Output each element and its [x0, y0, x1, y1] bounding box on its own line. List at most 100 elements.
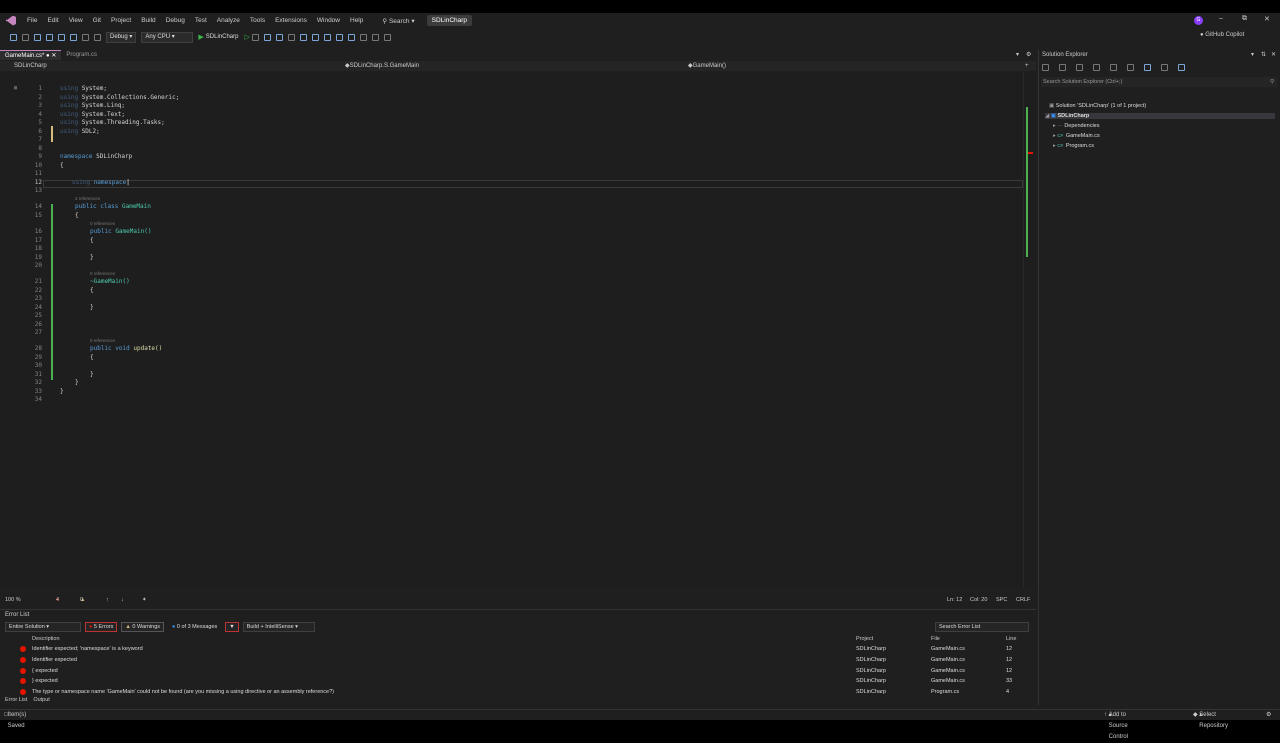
menu-file[interactable]: File — [22, 17, 42, 24]
layout-icon[interactable] — [275, 33, 283, 41]
switch-views-icon[interactable] — [1059, 64, 1066, 71]
menu-analyze[interactable]: Analyze — [212, 17, 245, 24]
open-icon[interactable] — [46, 33, 53, 41]
panel-close-icon[interactable]: ✕ — [1271, 51, 1276, 58]
show-all-files-icon[interactable] — [1144, 64, 1151, 71]
add-to-source-control-button[interactable]: ↑ Add to Source Control ▴ — [1104, 710, 1128, 740]
tab-overflow-icon[interactable]: ▾ — [1016, 51, 1019, 58]
menu-window[interactable]: Window — [312, 17, 345, 24]
messages-filter-button[interactable]: ● 0 of 3 Messages — [168, 622, 221, 632]
tree-file-node[interactable]: ▸ C# GameMain.cs — [1053, 133, 1100, 139]
global-search-button[interactable]: ⚲ Search ▾ — [376, 16, 420, 26]
configuration-dropdown[interactable]: Debug ▾ — [106, 31, 137, 43]
bookmark-prev-icon[interactable] — [359, 33, 367, 41]
line-indicator[interactable]: Ln: 12 — [947, 595, 962, 605]
collapse-all-icon[interactable] — [1127, 64, 1134, 71]
github-copilot-button[interactable]: ● GitHub Copilot — [1200, 32, 1244, 38]
save-icon[interactable] — [58, 33, 65, 41]
menu-tools[interactable]: Tools — [245, 17, 270, 24]
bookmark-clear-icon[interactable] — [383, 33, 391, 41]
navigate-back-icon[interactable] — [10, 33, 17, 41]
menu-help[interactable]: Help — [345, 17, 368, 24]
tab-output[interactable]: Output — [33, 697, 50, 703]
platform-dropdown[interactable]: Any CPU ▾ — [141, 31, 194, 43]
find-icon[interactable] — [287, 33, 295, 41]
code-editor[interactable]: ▩ 1 2 3 4 5 6 7 8 9 10 11 12 13 14 15 16… — [0, 72, 1036, 587]
browse-icon[interactable] — [263, 33, 271, 41]
select-repository-button[interactable]: ◆ Select Repository ▴ — [1193, 710, 1228, 729]
tab-gamemain-cs[interactable]: GameMain.cs* ● ✕ — [0, 50, 62, 60]
undo-icon[interactable] — [82, 33, 89, 41]
quick-action-icon[interactable]: ▩ — [14, 85, 17, 91]
codelens-references[interactable]: 2 references — [75, 196, 100, 201]
nav-up-icon[interactable]: ↑ — [106, 595, 109, 605]
tree-project-node[interactable]: ◢ ▣ SDLinCharp — [1045, 113, 1275, 119]
menu-build[interactable]: Build — [136, 17, 160, 24]
col-line[interactable]: Line — [1006, 636, 1016, 642]
filter-funnel-icon[interactable]: ▼ — [225, 622, 239, 632]
refresh-icon[interactable] — [1110, 64, 1117, 71]
home-icon[interactable] — [1042, 64, 1049, 71]
solution-explorer-search[interactable]: Search Solution Explorer (Ctrl+;) ⚲ — [1041, 77, 1277, 87]
notifications-icon[interactable]: ⚙ — [1266, 710, 1271, 721]
pin-icon[interactable]: ⇅ — [1261, 51, 1266, 58]
menu-edit[interactable]: Edit — [42, 17, 63, 24]
menu-test[interactable]: Test — [190, 17, 212, 24]
editor-settings-icon[interactable]: ⚙ — [1026, 51, 1031, 58]
error-list-search[interactable]: Search Error List — [935, 622, 1029, 632]
sync-icon[interactable] — [1093, 64, 1100, 71]
minimize-icon[interactable]: – — [1219, 15, 1223, 22]
col-file[interactable]: File — [931, 636, 940, 642]
line-ending-indicator[interactable]: CRLF — [1016, 595, 1030, 605]
codelens-references[interactable]: 0 references — [90, 271, 115, 276]
codelens-references[interactable]: 0 references — [90, 221, 115, 226]
col-description[interactable]: Description — [32, 636, 60, 642]
hot-reload-icon[interactable] — [251, 33, 259, 41]
scope-dropdown[interactable]: Entire Solution ▾ — [5, 622, 81, 632]
error-row[interactable]: { expected SDLinCharp GameMain.cs 12 — [0, 666, 1024, 676]
menu-extensions[interactable]: Extensions — [270, 17, 312, 24]
new-item-icon[interactable] — [34, 33, 41, 41]
nav-member-dropdown[interactable]: ◆ GameMain() — [688, 61, 726, 71]
account-avatar[interactable]: G — [1194, 16, 1203, 25]
zoom-level-dropdown[interactable]: 100 % — [5, 595, 21, 605]
warnings-filter-button[interactable]: ▲ 0 Warnings — [121, 622, 165, 632]
preview-selected-icon[interactable] — [1178, 64, 1185, 71]
panel-options-icon[interactable]: ▾ — [1251, 51, 1254, 58]
error-row[interactable]: The type or namespace name 'GameMain' co… — [0, 687, 1024, 697]
outdent-icon[interactable] — [335, 33, 343, 41]
tree-file-node[interactable]: ▸ C# Program.cs — [1053, 143, 1094, 149]
tree-dependencies-node[interactable]: ▸ ⋯ Dependencies — [1053, 123, 1100, 129]
nav-down-icon[interactable]: ↓ — [121, 595, 124, 605]
save-all-icon[interactable] — [70, 33, 77, 41]
error-row[interactable]: } expected SDLinCharp GameMain.cs 33 — [0, 676, 1024, 686]
menu-git[interactable]: Git — [88, 17, 106, 24]
navigate-forward-icon[interactable] — [22, 33, 29, 41]
tab-program-cs[interactable]: Program.cs — [61, 50, 102, 60]
start-debugging-icon[interactable]: ▶ — [198, 33, 203, 41]
bookmark-icon[interactable] — [347, 33, 355, 41]
run-target-button[interactable]: SDLinCharp — [206, 34, 239, 40]
error-row[interactable]: Identifier expected; 'namespace' is a ke… — [0, 644, 1024, 654]
uncomment-icon[interactable] — [311, 33, 319, 41]
build-filter-dropdown[interactable]: Build + IntelliSense ▾ — [242, 622, 315, 632]
bookmark-next-icon[interactable] — [371, 33, 379, 41]
redo-icon[interactable] — [94, 33, 101, 41]
tab-error-list[interactable]: Error List — [5, 697, 27, 703]
menu-view[interactable]: View — [64, 17, 88, 24]
errors-filter-button[interactable]: ● 5 Errors — [85, 622, 118, 632]
tree-solution-node[interactable]: ▣ Solution 'SDLinCharp' (1 of 1 project) — [1049, 103, 1146, 109]
indent-icon[interactable] — [323, 33, 331, 41]
codelens-references[interactable]: 0 references — [90, 338, 115, 343]
close-icon[interactable]: ✕ — [1264, 15, 1270, 23]
editor-vertical-scrollbar[interactable] — [1023, 72, 1033, 587]
comment-icon[interactable] — [299, 33, 307, 41]
start-without-debugging-icon[interactable]: ▷ — [244, 33, 249, 41]
error-row[interactable]: Identifier expected SDLinCharp GameMain.… — [0, 655, 1024, 665]
restore-icon[interactable]: ⧉ — [1242, 15, 1247, 23]
properties-icon[interactable] — [1161, 64, 1168, 71]
col-project[interactable]: Project — [856, 636, 873, 642]
column-indicator[interactable]: Col: 20 — [970, 595, 987, 605]
whitespace-indicator[interactable]: SPC — [996, 595, 1007, 605]
nav-project-dropdown[interactable]: SDLinCharp — [14, 61, 47, 71]
